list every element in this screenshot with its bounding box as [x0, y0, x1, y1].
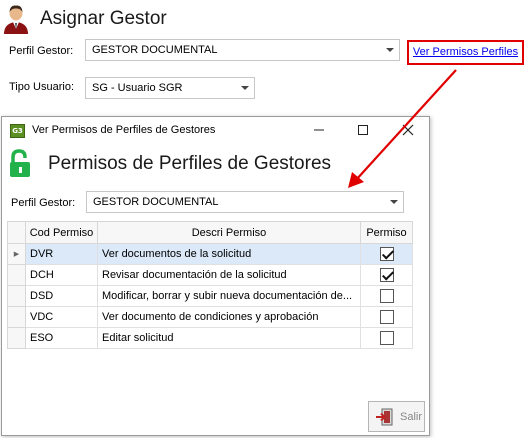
annotation-arrow	[348, 69, 457, 188]
